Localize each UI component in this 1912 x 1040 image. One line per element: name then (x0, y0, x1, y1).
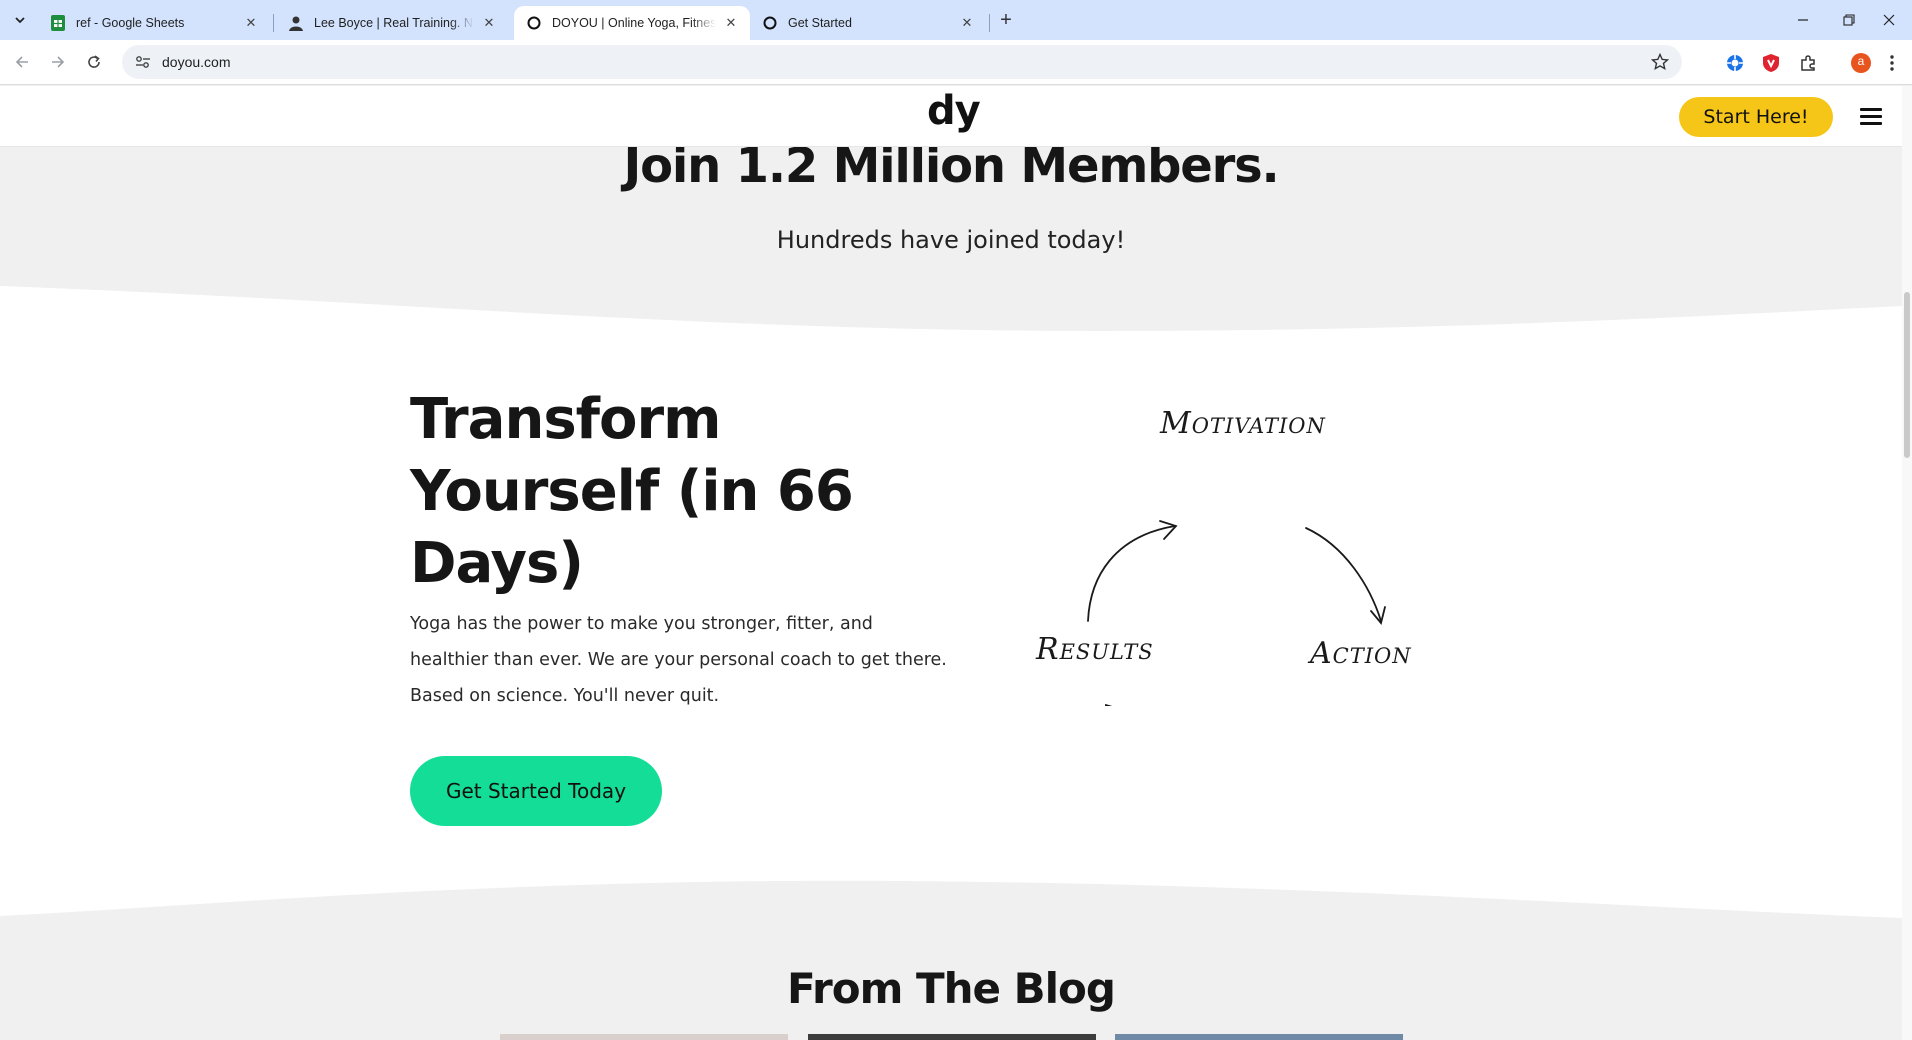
tab-lee-boyce[interactable]: Lee Boyce | Real Training. No Nonsense. … (276, 6, 508, 40)
transform-description: Yoga has the power to make you stronger,… (410, 614, 947, 706)
reload-icon (88, 55, 100, 68)
blog-thumbnail[interactable] (808, 1034, 1096, 1040)
doyou-circle-icon (526, 15, 542, 31)
cycle-label-results: Results (1036, 632, 1154, 667)
reload-button[interactable] (80, 48, 108, 76)
tab-google-sheets[interactable]: ref - Google Sheets ✕ (38, 6, 270, 40)
close-icon[interactable]: ✕ (958, 14, 976, 32)
profile-avatar[interactable]: a (1850, 52, 1872, 74)
site-logo[interactable]: dy (927, 88, 981, 134)
profile-initial: a (1857, 54, 1865, 68)
from-the-blog-heading: From The Blog (787, 964, 1116, 1013)
close-icon (1883, 14, 1895, 26)
tab-strip: ref - Google Sheets ✕ Lee Boyce | Real T… (0, 0, 1912, 40)
browser-toolbar: a (0, 40, 1912, 85)
tab-get-started[interactable]: Get Started ✕ (750, 6, 986, 40)
arrow-left-icon (15, 56, 28, 68)
close-icon[interactable]: ✕ (480, 14, 498, 32)
minimize-icon (1798, 19, 1808, 21)
site-settings-icon[interactable] (128, 55, 158, 69)
cycle-label-motivation: Motivation (1160, 406, 1326, 441)
site-header: dy Start Here! (0, 86, 1902, 147)
url-input[interactable] (162, 54, 1562, 70)
cycle-label-action: Action (1310, 636, 1412, 671)
blog-thumbnail[interactable] (500, 1034, 788, 1040)
transform-heading-line: Days) (410, 531, 584, 596)
back-button[interactable] (8, 48, 36, 76)
person-avatar-icon (288, 15, 304, 31)
close-icon[interactable]: ✕ (722, 14, 740, 32)
transform-heading-line: Transform (410, 387, 721, 452)
tab-separator (273, 14, 274, 32)
blog-thumbnail[interactable] (1115, 1034, 1403, 1040)
forward-button[interactable] (44, 48, 72, 76)
scrollbar-thumb[interactable] (1904, 292, 1910, 458)
doyou-circle-icon (762, 15, 778, 31)
tab-title: DOYOU | Online Yoga, Fitness, & Wellness (552, 16, 716, 30)
arrow-right-icon (52, 56, 65, 68)
shield-extension-icon[interactable] (1760, 52, 1782, 74)
tab-title: ref - Google Sheets (76, 16, 185, 30)
new-tab-button[interactable]: + (992, 8, 1020, 32)
joined-today-text: Hundreds have joined today! (776, 226, 1126, 254)
tab-title: Get Started (788, 16, 852, 30)
page-viewport: dy Start Here! Join 1.2 Million Members.… (0, 86, 1902, 1040)
page-scrollbar[interactable] (1902, 86, 1912, 1040)
extensions-puzzle-icon[interactable] (1797, 52, 1819, 74)
hamburger-menu-icon[interactable] (1860, 108, 1882, 126)
start-here-button[interactable]: Start Here! (1679, 97, 1833, 137)
close-window-button[interactable] (1862, 0, 1912, 40)
tab-doyou[interactable]: DOYOU | Online Yoga, Fitness, & Wellness… (514, 6, 750, 40)
arrow-motivation-to-action (1305, 527, 1382, 622)
get-started-today-button[interactable]: Get Started Today (410, 756, 662, 826)
close-icon[interactable]: ✕ (242, 14, 260, 32)
address-bar[interactable] (122, 45, 1682, 79)
extension-blue-icon[interactable] (1724, 52, 1746, 74)
bookmark-star-icon[interactable] (1650, 52, 1670, 72)
google-sheets-icon (50, 15, 66, 31)
restore-icon (1843, 14, 1855, 26)
tab-separator (989, 14, 990, 32)
transform-heading-line: Yourself (in 66 (410, 459, 854, 524)
transform-heading: Transform Yourself (in 66 Days) (410, 384, 970, 600)
tab-search-button[interactable] (8, 8, 32, 32)
browser-menu-button[interactable] (1886, 52, 1898, 74)
chevron-down-icon (15, 17, 25, 24)
tab-title: Lee Boyce | Real Training. No Nonsense. (314, 16, 474, 30)
kebab-menu-icon (1890, 55, 1894, 71)
habit-cycle-diagram: Motivation Action Results (1010, 376, 1440, 706)
arrow-results-to-motivation (1087, 525, 1176, 622)
